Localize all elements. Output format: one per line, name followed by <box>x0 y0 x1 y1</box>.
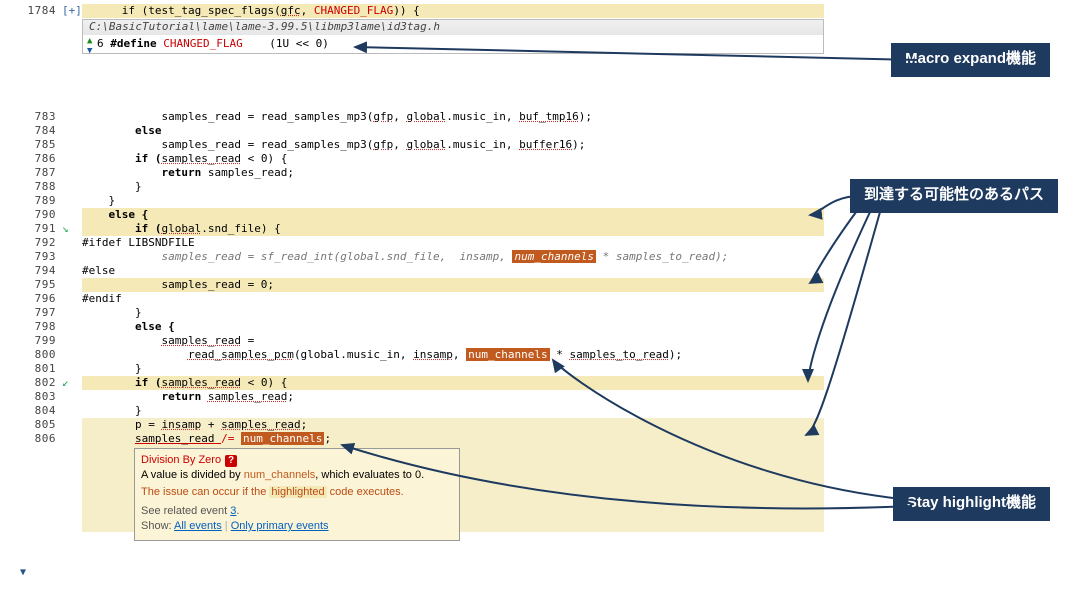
code-line: #ifdef LIBSNDFILE <box>82 236 1080 250</box>
code-line: #endif <box>82 292 1080 306</box>
line-number: 797 <box>0 306 62 320</box>
annotation-macro: Macro expand機能 <box>891 43 1050 77</box>
code-line: if (samples_read < 0) { <box>82 152 1080 166</box>
screenshot-root: { "topLine": "1784", "plus": "[+]", "hea… <box>0 0 1080 600</box>
line-number: 800 <box>0 348 62 362</box>
code-line: read_samples_pcm(global.music_in, insamp… <box>82 348 1080 362</box>
line-number: 792 <box>0 236 62 250</box>
diagnostic-line: A value is divided by num_channels, whic… <box>141 468 453 483</box>
line-number: 805 <box>0 418 62 432</box>
line-number: 787 <box>0 166 62 180</box>
code-line: } <box>82 404 1080 418</box>
line-number: 796 <box>0 292 62 306</box>
code-line: samples_read = read_samples_mp3(gfp, glo… <box>82 138 1080 152</box>
show-primary-link[interactable]: Only primary events <box>231 520 329 532</box>
triangle-down-icon: ▼ <box>87 44 92 58</box>
code-line: #else <box>82 264 1080 278</box>
flow-arrow-icon: ↙ <box>62 376 69 390</box>
code-line: return samples_read; <box>82 166 1080 180</box>
line-number: 1784 <box>0 4 62 18</box>
line-number: 783 <box>0 110 62 124</box>
line-number: 804 <box>0 404 62 418</box>
code-line: else <box>82 124 1080 138</box>
code-line: if (global.snd_file) { <box>82 222 824 236</box>
diagnostic-show-row: Show: All events | Only primary events <box>141 519 453 534</box>
code-line: samples_read /= num_channels; <box>82 432 824 446</box>
line-number: 802 <box>0 376 62 390</box>
line-number: 806 <box>0 432 62 446</box>
code-line: } <box>82 306 1080 320</box>
code-line: else { <box>82 320 1080 334</box>
annotation-paths: 到達する可能性のあるパス <box>850 179 1058 213</box>
diagnostic-panel: Division By Zero? A value is divided by … <box>134 448 460 541</box>
diagnostic-line: The issue can occur if the highlighted c… <box>141 485 453 500</box>
expand-icon[interactable]: [+] <box>62 4 82 18</box>
line-number: 784 <box>0 124 62 138</box>
code-line: p = insamp + samples_read; <box>82 418 824 432</box>
code-line: if (samples_read < 0) { <box>82 376 824 390</box>
annotation-stay: Stay highlight機能 <box>893 487 1050 521</box>
definition-path-bar: C:\BasicTutorial\lame\lame-3.99.5\libmp3… <box>82 19 824 36</box>
macro-call-line: if (test_tag_spec_flags(gfc, CHANGED_FLA… <box>82 4 824 18</box>
diagnostic-title-row: Division By Zero? <box>141 453 453 468</box>
line-number: 801 <box>0 362 62 376</box>
line-number: 793 <box>0 250 62 264</box>
fold-down-icon[interactable]: ▼ <box>20 568 26 578</box>
code-line: else { <box>82 208 824 222</box>
code-line: samples_read = sf_read_int(global.snd_fi… <box>82 250 1080 264</box>
line-number: 786 <box>0 152 62 166</box>
flow-arrow-icon: ↘ <box>62 222 69 236</box>
line-number: 790 <box>0 208 62 222</box>
line-number: 803 <box>0 390 62 404</box>
line-number: 785 <box>0 138 62 152</box>
line-number: 788 <box>0 180 62 194</box>
line-number: 794 <box>0 264 62 278</box>
code-line: return samples_read; <box>82 390 1080 404</box>
line-number: 795 <box>0 278 62 292</box>
line-number: 799 <box>0 334 62 348</box>
diagnostic-line: See related event 3. <box>141 504 453 519</box>
macro-expand-panel: ▲ ▼ 6 #define CHANGED_FLAG (1U << 0) <box>82 35 824 54</box>
show-all-link[interactable]: All events <box>174 520 222 532</box>
help-icon[interactable]: ? <box>225 455 237 467</box>
macro-definition: 6 #define CHANGED_FLAG (1U << 0) <box>97 37 329 51</box>
code-line: } <box>82 362 1080 376</box>
line-number: 798 <box>0 320 62 334</box>
code-line: samples_read = <box>82 334 1080 348</box>
line-number: 791 <box>0 222 62 236</box>
line-number: 789 <box>0 194 62 208</box>
code-line: samples_read = read_samples_mp3(gfp, glo… <box>82 110 1080 124</box>
code-line: samples_read = 0; <box>82 278 824 292</box>
